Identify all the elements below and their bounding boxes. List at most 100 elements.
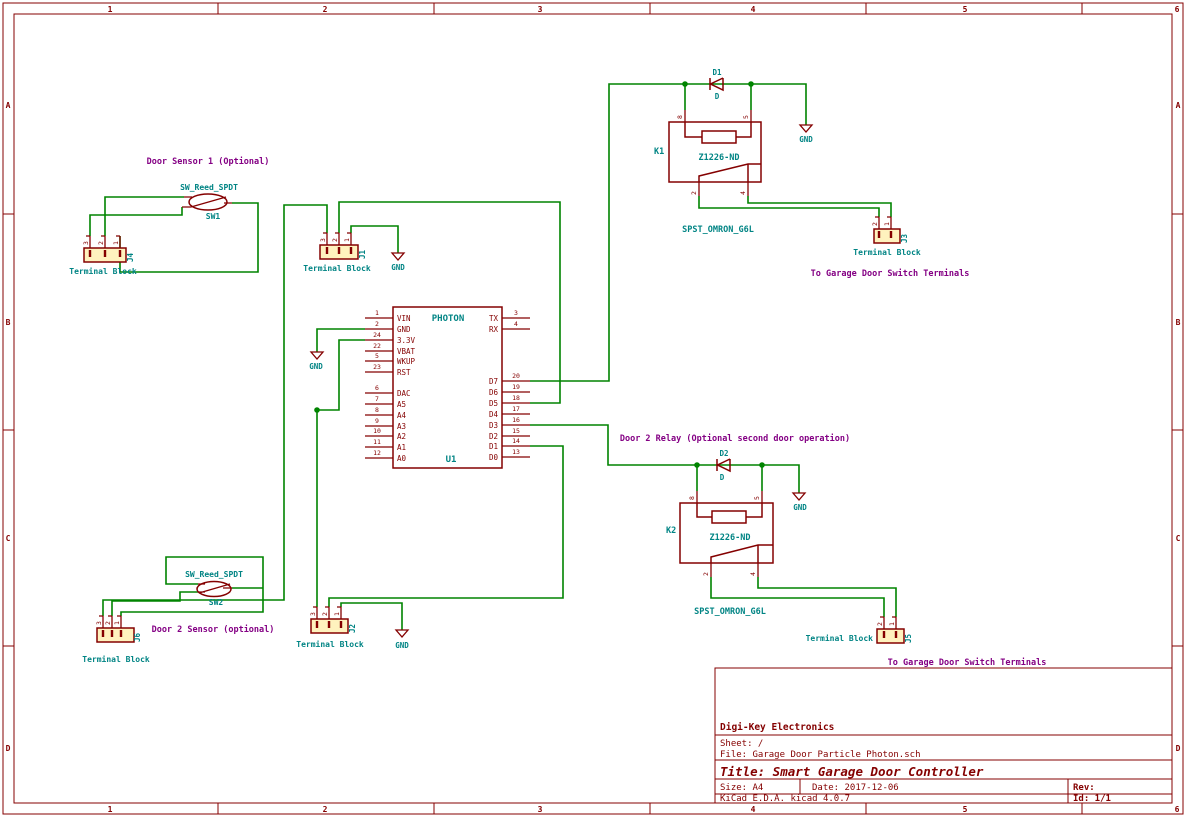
relay-k1: 8 5 2 4 K1 Z1226-ND SPST_OMRON_G6L [654,110,761,235]
relay-pin: 8 [676,115,684,119]
frame-row-label: C [6,534,11,543]
relay-circuit-2: Door 2 Relay (Optional second door opera… [620,433,1046,668]
pin-number: 15 [512,427,520,435]
pin-name: A5 [397,400,406,409]
k1-ref: K1 [654,147,664,157]
sheet-frame: 1 2 3 4 5 6 1 2 3 4 5 6 A B C D A B C D [3,3,1183,814]
frame-col-label: 4 [751,805,756,814]
terminal-pin: 1 [112,241,120,245]
relay-pin: 5 [742,115,750,119]
gnd-label: GND [309,362,323,371]
relay-pin: 2 [690,191,698,195]
j1-label: Terminal Block [303,263,371,273]
terminal-pin: 3 [319,238,327,242]
pin-name: D1 [489,442,498,451]
title-block-sheet: Sheet: / [720,739,763,749]
to-terminals-note-1: To Garage Door Switch Terminals [811,268,970,279]
terminal-block-j2: 3 2 1 J2 Terminal Block [296,607,364,649]
frame-row-label: A [6,101,11,110]
pin-name: A4 [397,411,407,420]
gnd-label: GND [799,135,813,144]
d1-ref: D1 [712,68,722,77]
pin-number: 23 [373,363,381,371]
junction-dot [759,462,765,468]
frame-row-label: D [6,744,11,753]
j3-label: Terminal Block [853,247,921,257]
j1-ref: J1 [358,249,367,259]
title-block: Digi-Key Electronics Sheet: / File: Gara… [715,668,1172,804]
pin-number: 9 [375,417,379,425]
relay-circuit-1: D1 D 8 5 2 4 K1 Z1226-ND SPST_OMRON_G6L … [654,68,969,279]
pin-name: RST [397,368,411,377]
sw2-ref: SW2 [209,598,224,607]
terminal-pin: 2 [97,241,105,245]
gnd-symbol: GND [799,125,813,144]
gnd-label: GND [391,263,405,272]
gnd-symbol: GND [395,630,409,650]
pin-number: 16 [512,416,520,424]
terminal-pin: 1 [888,622,896,626]
junction-dot [748,81,754,87]
pin-name: TX [489,314,499,323]
sw1-ref: SW1 [206,212,221,221]
relay-pin: 2 [702,572,710,576]
pin-number: 8 [375,406,379,414]
relay-pin: 5 [753,496,761,500]
terminal-block-j6: 3 2 1 J6 Terminal Block [82,616,150,664]
pin-name: A3 [397,422,406,431]
terminal-pin: 1 [333,612,341,616]
frame-col-label: 6 [1175,5,1180,14]
reed-switch-sw1: SW_Reed_SPDT SW1 [180,183,238,221]
terminal-block-j5: 2 1 J5 Terminal Block [806,617,913,643]
relay2-note: Door 2 Relay (Optional second door opera… [620,433,850,444]
frame-col-label: 2 [323,805,328,814]
d2-ref: D2 [719,449,728,458]
frame-col-label: 4 [751,5,756,14]
terminal-pin: 1 [343,238,351,242]
photon-value: PHOTON [432,314,465,324]
frame-col-label: 2 [323,5,328,14]
sensor1-note: Door Sensor 1 (Optional) [147,156,270,167]
pin-name: D0 [489,453,499,462]
door-sensor-1: Door Sensor 1 (Optional) SW_Reed_SPDT SW… [69,156,269,276]
d1-value: D [715,92,720,101]
pin-name: WKUP [397,357,416,366]
junction-dot [314,407,320,413]
frame-row-label: B [6,318,11,327]
gnd-label: GND [395,641,409,650]
j2-label: Terminal Block [296,639,364,649]
gnd-symbol: GND [391,253,405,272]
relay-pin: 4 [749,572,757,576]
pin-name: A2 [397,432,406,441]
terminal-block-j1: 3 2 1 J1 Terminal Block [303,233,371,273]
to-terminals-note-2: To Garage Door Switch Terminals [888,657,1047,668]
j5-label: Terminal Block [806,633,874,643]
pin-name: D2 [489,432,498,441]
terminal-pin: 3 [95,621,103,625]
schematic-canvas: 1 2 3 4 5 6 1 2 3 4 5 6 A B C D A B C D … [0,0,1186,817]
j6-label: Terminal Block [82,654,150,664]
pin-name: GND [397,325,411,334]
terminal-block-j3: 2 1 J3 Terminal Block [853,217,921,257]
frame-row-label: B [1176,318,1181,327]
k1-footprint: SPST_OMRON_G6L [682,225,754,235]
gnd-label: GND [793,503,807,512]
pin-number: 5 [375,352,379,360]
sensor2-note: Door 2 Sensor (optional) [152,624,275,635]
j3-ref: J3 [900,233,909,243]
frame-col-label: 5 [963,805,968,814]
pin-number: 14 [512,437,520,445]
junction-dot [682,81,688,87]
pin-name: D3 [489,421,498,430]
title-block-title: Title: Smart Garage Door Controller [720,764,984,779]
sw1-value: SW_Reed_SPDT [180,183,238,192]
pin-number: 10 [373,427,381,435]
j5-ref: J5 [904,634,913,643]
frame-row-label: A [1176,101,1181,110]
sw2-value: SW_Reed_SPDT [185,570,243,579]
terminal-pin: 2 [321,612,329,616]
title-block-size: Size: A4 [720,783,763,793]
title-block-id: Id: 1/1 [1073,794,1111,804]
pin-name: D5 [489,399,498,408]
pin-name: RX [489,325,499,334]
